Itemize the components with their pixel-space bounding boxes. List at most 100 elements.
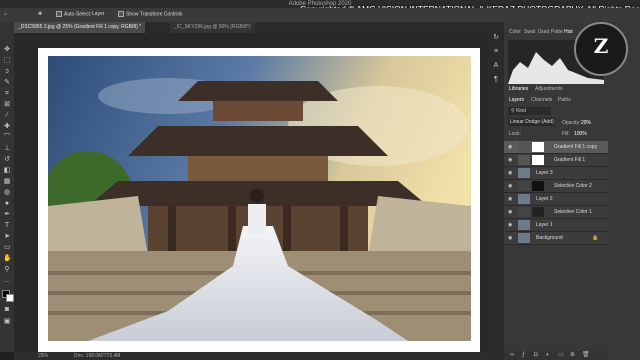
layer-row[interactable]: ◉ Gradient Fill 1 xyxy=(504,154,608,167)
history-panel-icon[interactable]: ↻ xyxy=(492,34,500,42)
folder-icon[interactable]: ▭ xyxy=(558,351,564,360)
blur-tool-icon[interactable]: ◍ xyxy=(3,189,11,197)
character-panel-icon[interactable]: A xyxy=(492,62,500,70)
tab-patterns[interactable]: Patte xyxy=(551,29,563,35)
layer-mask-thumbnail xyxy=(532,181,544,191)
more-tools-icon[interactable]: … xyxy=(3,277,11,285)
blend-mode-select[interactable]: Linear Dodge (Add) xyxy=(508,118,554,126)
background-color-swatch[interactable] xyxy=(6,294,14,302)
panel-icon-strip: ↻ ≡ A ¶ xyxy=(488,22,504,360)
adjustment-icon xyxy=(518,207,530,217)
shape-tool-icon[interactable]: ▭ xyxy=(3,244,11,252)
history-brush-icon[interactable]: ↺ xyxy=(3,156,11,164)
layer-row[interactable]: ◉ Selective Color 1 xyxy=(504,206,608,219)
layer-name: Gradient Fill 1 copy xyxy=(554,144,598,150)
tab-libraries[interactable]: Libraries xyxy=(509,86,528,92)
layer-thumbnail xyxy=(518,233,530,243)
layer-name: Layer 3 xyxy=(536,170,553,176)
layer-mask-thumbnail xyxy=(532,207,544,217)
healing-tool-icon[interactable]: ✚ xyxy=(3,123,11,131)
tab-color[interactable]: Color xyxy=(509,29,521,35)
eye-icon[interactable]: ◉ xyxy=(508,209,512,215)
eye-icon[interactable]: ◉ xyxy=(508,157,512,163)
layer-thumbnail xyxy=(518,142,530,152)
fill-value[interactable]: 100% xyxy=(574,131,587,137)
tab-dsc5865[interactable]: _DSC5865 2.jpg @ 25% (Gradient Fill 1 co… xyxy=(14,22,146,33)
home-icon[interactable]: ⌂ xyxy=(4,11,7,17)
auto-select-checkbox[interactable]: Auto-Select: xyxy=(56,11,91,17)
hand-tool-icon[interactable]: ✋ xyxy=(3,255,12,263)
crop-tool-icon[interactable]: ⌗ xyxy=(3,90,11,98)
tab-layers[interactable]: Layers xyxy=(509,97,524,103)
move-tool-icon[interactable]: ✥ xyxy=(38,11,42,17)
lock-icon: 🔒 xyxy=(592,235,599,241)
show-transform-label: Show Transform Controls xyxy=(126,11,183,18)
eye-icon[interactable]: ◉ xyxy=(508,196,512,202)
show-transform-checkbox[interactable]: Show Transform Controls xyxy=(118,11,182,17)
fill-label: Fill: xyxy=(562,131,570,137)
tab-sky296[interactable]: _IC_SKY296.jpg @ 50% (RGB/8*) xyxy=(170,22,255,33)
dodge-tool-icon[interactable]: ● xyxy=(3,200,11,208)
layer-select[interactable]: Layer xyxy=(92,11,105,17)
eye-icon[interactable]: ◉ xyxy=(508,170,512,176)
path-select-icon[interactable]: ➤ xyxy=(3,233,11,241)
photo-image[interactable] xyxy=(48,56,471,341)
adjustment-icon[interactable]: ◐ xyxy=(546,351,550,360)
stamp-tool-icon[interactable]: ⊥ xyxy=(3,145,11,153)
link-icon[interactable]: ∞ xyxy=(510,351,514,360)
new-layer-icon[interactable]: ⊕ xyxy=(570,351,575,360)
layer-name: Selective Color 2 xyxy=(554,183,592,189)
lasso-tool-icon[interactable]: ↄ xyxy=(3,68,11,76)
tab-paths[interactable]: Paths xyxy=(558,97,571,103)
logo-letter: Z xyxy=(593,34,609,58)
eraser-tool-icon[interactable]: ◧ xyxy=(3,167,11,175)
layer-row[interactable]: ◉ Layer 2 xyxy=(504,193,608,206)
eye-icon[interactable]: ◉ xyxy=(508,144,512,150)
tab-channels[interactable]: Channels xyxy=(531,97,552,103)
layer-row[interactable]: ◉ Background 🔒 xyxy=(504,232,608,245)
studio-logo: Z xyxy=(574,22,628,76)
properties-panel-icon[interactable]: ≡ xyxy=(492,48,500,56)
move-tool-icon[interactable]: ✥ xyxy=(3,46,11,54)
tools-panel: ✥ ⬚ ↄ ✎ ⌗ ⊠ ⁄ ✚ ⌒ ⊥ ↺ ◧ ▦ ◍ ● ✒ T ➤ ▭ ✋ … xyxy=(0,22,14,352)
eye-icon[interactable]: ◉ xyxy=(508,222,512,228)
paragraph-panel-icon[interactable]: ¶ xyxy=(492,76,500,84)
fx-icon[interactable]: ƒ xyxy=(522,351,525,360)
tab-gradients[interactable]: Grad xyxy=(538,29,549,35)
mask-icon[interactable]: ◘ xyxy=(534,351,538,360)
screen-mode-icon[interactable]: ▣ xyxy=(3,318,11,326)
quick-mask-icon[interactable]: ◙ xyxy=(3,306,11,314)
tab-adjustments[interactable]: Adjustments xyxy=(535,86,563,92)
tab-swatches[interactable]: Swat xyxy=(524,29,535,35)
layer-row[interactable]: ◉ Gradient Fill 1 copy xyxy=(504,141,608,154)
eye-icon[interactable]: ◉ xyxy=(508,183,512,189)
gradient-tool-icon[interactable]: ▦ xyxy=(3,178,11,186)
zoom-tool-icon[interactable]: ⚲ xyxy=(3,266,11,274)
marquee-tool-icon[interactable]: ⬚ xyxy=(3,57,11,65)
layer-row[interactable]: ◉ Layer 3 xyxy=(504,167,608,180)
quick-select-tool-icon[interactable]: ✎ xyxy=(3,79,11,87)
layer-thumbnail xyxy=(518,168,530,178)
tab-histogram[interactable]: Hist xyxy=(564,29,573,35)
adjustment-icon xyxy=(518,181,530,191)
opacity-value[interactable]: 29% xyxy=(581,120,591,126)
layer-thumbnail xyxy=(518,194,530,204)
kind-filter-dropdown[interactable]: ⚲ Kind xyxy=(508,107,551,115)
pen-tool-icon[interactable]: ✒ xyxy=(3,211,11,219)
layer-mask-thumbnail xyxy=(532,155,544,165)
eye-icon[interactable]: ◉ xyxy=(508,235,512,241)
layer-thumbnail xyxy=(518,220,530,230)
layer-name: Layer 2 xyxy=(536,196,553,202)
eyedropper-tool-icon[interactable]: ⁄ xyxy=(3,112,11,120)
layer-name: Selective Color 1 xyxy=(554,209,592,215)
kind-filter-label: Kind xyxy=(516,108,527,114)
layer-row[interactable]: ◉ Layer 1 xyxy=(504,219,608,232)
type-tool-icon[interactable]: T xyxy=(3,222,11,230)
zoom-level[interactable]: 25% xyxy=(38,352,48,360)
layer-row[interactable]: ◉ Selective Color 2 xyxy=(504,180,608,193)
trash-icon[interactable]: 🗑 xyxy=(582,351,590,360)
layers-footer: ∞ ƒ ◘ ◐ ▭ ⊕ 🗑 xyxy=(504,351,608,360)
frame-tool-icon[interactable]: ⊠ xyxy=(3,101,11,109)
document-tabs: _DSC5865 2.jpg @ 25% (Gradient Fill 1 co… xyxy=(14,22,488,33)
brush-tool-icon[interactable]: ⌒ xyxy=(3,134,11,142)
